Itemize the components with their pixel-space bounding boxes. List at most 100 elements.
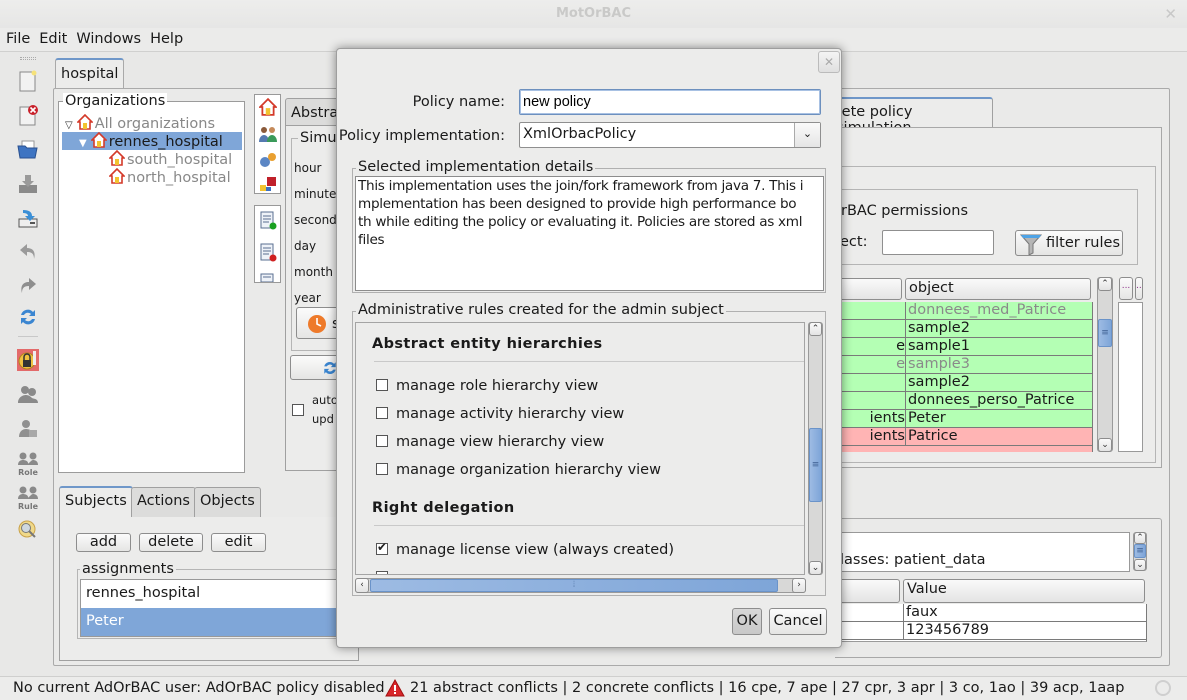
window-close-icon[interactable]: ✕	[1164, 5, 1177, 23]
attr-header-value[interactable]: Value	[903, 579, 1145, 603]
menu-help[interactable]: Help	[147, 28, 186, 50]
menu-edit[interactable]: Edit	[36, 28, 70, 50]
users-icon[interactable]	[17, 383, 39, 405]
edit-button[interactable]: edit	[211, 533, 266, 552]
checkbox[interactable]	[376, 407, 388, 419]
delete-button[interactable]: delete	[139, 533, 203, 552]
auto-update-checkbox[interactable]	[292, 404, 304, 416]
admin-rules-vscrollbar[interactable]: ⌃ ≡ ⌄	[808, 322, 823, 575]
checkbox[interactable]	[376, 435, 388, 447]
scroll-down-icon[interactable]: ⌄	[809, 561, 822, 575]
checkbox[interactable]	[376, 463, 388, 475]
table-header-object[interactable]: object	[905, 278, 1091, 300]
open-folder-icon[interactable]	[17, 138, 39, 160]
rule-cell-object[interactable]: sample2	[905, 374, 1092, 392]
checkbox-checked[interactable]	[376, 540, 388, 555]
obligation-rule-icon[interactable]	[258, 272, 278, 282]
tab-objects[interactable]: Objects	[194, 487, 261, 518]
redo-icon[interactable]	[17, 275, 39, 297]
scroll-left-icon[interactable]: ‹	[355, 578, 369, 593]
dialog-close-button[interactable]: ✕	[818, 51, 840, 73]
rule-cell-object[interactable]: donnees_med_Patrice	[905, 302, 1092, 320]
attr-value-cell[interactable]: faux	[903, 604, 1147, 622]
views-icon[interactable]	[259, 176, 277, 192]
side-button-1[interactable]: ...	[1119, 277, 1133, 300]
scroll-right-icon[interactable]: ›	[792, 578, 806, 593]
rule-cell-object[interactable]: Peter	[905, 410, 1092, 428]
scroll-down-icon[interactable]: ⌄	[1098, 438, 1112, 452]
assignment-item[interactable]: rennes_hospital	[81, 580, 369, 608]
search-icon[interactable]	[17, 518, 39, 540]
attr-value-cell[interactable]: 123456789	[903, 622, 1147, 640]
rule-option[interactable]: manage role hierarchy view	[376, 378, 598, 394]
scroll-down-icon[interactable]: ⌄	[1134, 559, 1146, 571]
rule-option[interactable]: manage view hierarchy view	[376, 434, 604, 450]
policy-name-input[interactable]	[519, 89, 821, 115]
tree-item-rennes-hospital[interactable]: ▼ rennes_hospital	[62, 132, 242, 150]
add-button[interactable]: add	[76, 533, 131, 552]
expand-arrow-icon[interactable]: ▼	[79, 138, 87, 149]
menu-windows[interactable]: Windows	[73, 28, 144, 50]
rule-option[interactable]: manage activity hierarchy view	[376, 406, 624, 422]
scroll-thumb[interactable]: ≡	[1134, 544, 1146, 558]
refresh-icon[interactable]	[17, 306, 39, 328]
admin-rules-hscrollbar[interactable]: ‹ ⦙ ›	[355, 578, 806, 593]
tab-actions[interactable]: Actions	[131, 487, 196, 518]
tree-item-all-organizations[interactable]: ▽ All organizations	[65, 114, 215, 132]
table-header-col1[interactable]	[838, 278, 902, 300]
tab-concrete-policy-simulation[interactable]: rete policy simulation	[835, 97, 993, 136]
menu-file[interactable]: File	[3, 28, 33, 50]
rule-cell-object[interactable]: sample3	[905, 356, 1092, 374]
rules-table-scrollbar[interactable]: ⌃ ≡ ⌄	[1097, 277, 1113, 452]
rule-cell-object[interactable]: Patrice	[905, 428, 1092, 446]
organization-icon[interactable]	[259, 98, 277, 116]
scroll-thumb[interactable]: ≡	[809, 428, 822, 502]
rule-cell-object[interactable]: sample2	[905, 320, 1092, 338]
rule-cell-object[interactable]: donnees_perso_Patrice	[905, 392, 1092, 410]
close-policy-icon[interactable]	[17, 104, 39, 126]
prohibition-rule-icon[interactable]	[258, 242, 278, 262]
rule-option[interactable]: manage organization hierarchy view	[376, 462, 661, 478]
classes-textarea[interactable]: lasses: patient_data	[835, 532, 1130, 572]
undo-icon[interactable]	[17, 241, 39, 263]
tab-policy-hospital[interactable]: hospital	[55, 58, 125, 89]
save-disabled-icon[interactable]	[17, 173, 39, 195]
tree-item-south-hospital[interactable]: south_hospital	[109, 150, 232, 168]
ok-button[interactable]: OK	[732, 608, 762, 635]
expand-arrow-icon[interactable]: ▽	[65, 120, 73, 131]
tab-subjects[interactable]: Subjects	[59, 486, 133, 518]
assignment-item-selected[interactable]: Peter	[81, 608, 369, 636]
rule-icon[interactable]: Rule	[17, 485, 39, 511]
conflicts-status[interactable]: 21 abstract conflicts | 2 concrete confl…	[410, 680, 1124, 696]
save-as-icon[interactable]	[17, 207, 39, 229]
activities-icon[interactable]	[259, 152, 277, 168]
scroll-thumb[interactable]: ⦙	[370, 579, 778, 592]
side-button-2[interactable]: ...	[1135, 277, 1143, 300]
policy-implementation-select[interactable]: XmlOrbacPolicy ⌄	[519, 122, 821, 148]
cancel-button[interactable]: Cancel	[769, 608, 827, 635]
rule-option[interactable]: manage license view (always created)	[376, 540, 674, 558]
classes-scrollbar[interactable]: ⌃ ≡ ⌄	[1133, 532, 1147, 571]
chevron-down-icon[interactable]: ⌄	[794, 123, 820, 147]
permission-rule-icon[interactable]	[258, 210, 278, 230]
user-group-icon[interactable]	[17, 417, 39, 439]
checkbox[interactable]	[376, 379, 388, 391]
subject-filter-input[interactable]	[882, 230, 994, 255]
scroll-up-icon[interactable]: ⌃	[1134, 532, 1146, 544]
role-icon[interactable]: Role	[17, 451, 39, 477]
tree-item-north-hospital[interactable]: north_hospital	[109, 168, 231, 186]
table-row-partial[interactable]	[838, 446, 1092, 452]
rule-option-partial[interactable]	[376, 570, 396, 574]
scroll-thumb[interactable]: ≡	[1098, 319, 1112, 347]
rule-cell-object[interactable]: sample1	[905, 338, 1092, 356]
roles-icon[interactable]	[258, 125, 278, 143]
filter-rules-button[interactable]: filter rules	[1015, 230, 1123, 256]
tab-label: Actions	[137, 493, 190, 509]
new-policy-icon[interactable]	[17, 70, 39, 92]
checkbox[interactable]	[376, 571, 388, 574]
toolbar-grip[interactable]	[20, 57, 36, 60]
attr-header-col1[interactable]	[835, 579, 900, 603]
adorbac-lock-icon[interactable]	[17, 349, 39, 371]
scroll-up-icon[interactable]: ⌃	[1098, 277, 1112, 291]
scroll-up-icon[interactable]: ⌃	[809, 322, 822, 336]
